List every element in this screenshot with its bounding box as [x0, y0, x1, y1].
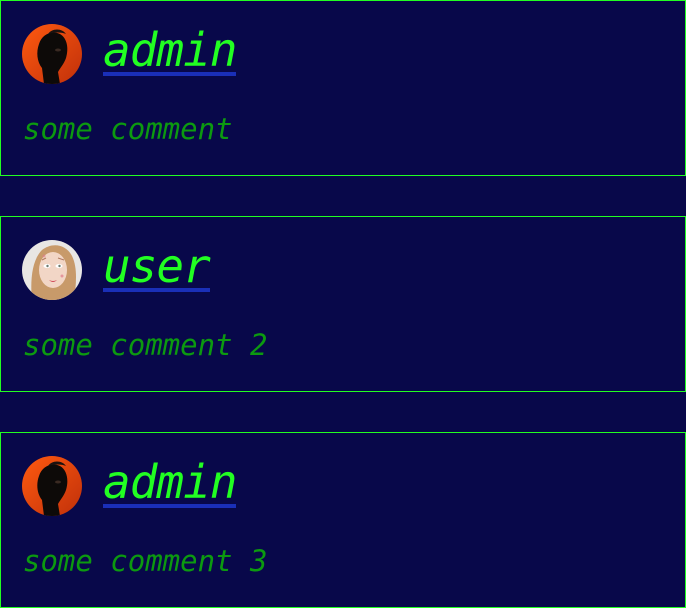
user-avatar[interactable]: [22, 240, 82, 300]
username-link[interactable]: user: [103, 236, 211, 293]
admin-avatar[interactable]: [22, 456, 82, 516]
comment-text: some comment 3: [23, 544, 268, 578]
username-link[interactable]: admin: [103, 452, 237, 509]
comment-text: some comment 2: [23, 328, 268, 362]
admin-avatar-icon: [22, 24, 82, 84]
admin-avatar[interactable]: [22, 24, 82, 84]
comment-card: admin some comment 3: [0, 432, 686, 608]
comment-text: some comment: [23, 112, 233, 146]
comment-card: user some comment 2: [0, 216, 686, 392]
username-link[interactable]: admin: [103, 20, 237, 77]
user-avatar-icon: [22, 240, 82, 300]
admin-avatar-icon: [22, 456, 82, 516]
comment-card: admin some comment: [0, 0, 686, 176]
